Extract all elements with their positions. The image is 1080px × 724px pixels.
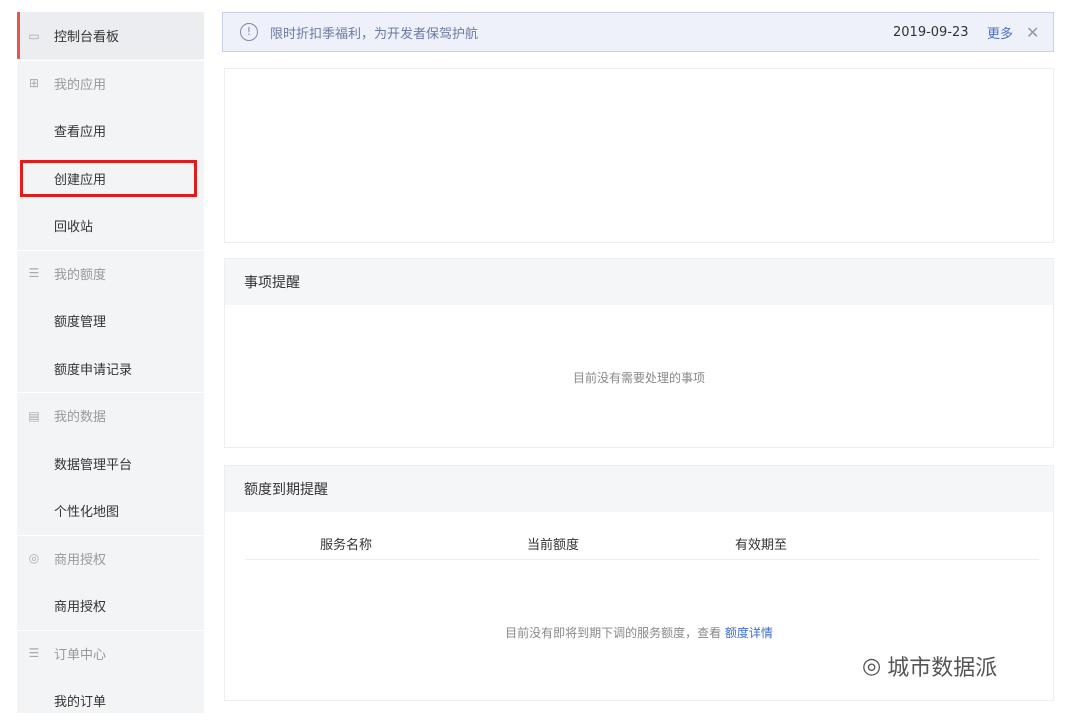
sidebar-group[interactable]: ☰ 我的额度 (17, 250, 204, 297)
sidebar-item[interactable]: 回收站 (17, 202, 204, 249)
column-header: 服务名称 (320, 538, 373, 553)
sidebar-item-label: 额度管理 (54, 315, 107, 330)
sidebar-item[interactable]: 额度申请记录 (17, 345, 204, 392)
quota-empty-text: 目前没有即将到期下调的服务额度，查看 (505, 626, 722, 640)
sidebar-item-label: 控制台看板 (54, 30, 120, 45)
sidebar-item[interactable]: 数据管理平台 (17, 440, 204, 487)
quota-empty: 目前没有即将到期下调的服务额度，查看 额度详情 (225, 624, 1053, 641)
sidebar-item-label: 我的应用 (54, 77, 107, 93)
highlight-box (20, 160, 197, 197)
notice-date: 2019-09-23 (893, 24, 969, 40)
sidebar-item-label: 我的数据 (54, 410, 107, 425)
divider (17, 392, 204, 393)
sidebar-item[interactable]: 个性化地图 (17, 487, 204, 534)
divider (17, 59, 204, 61)
sidebar-group[interactable]: ◎ 商用授权 (17, 535, 204, 582)
divider (17, 249, 204, 251)
more-link[interactable]: 更多 (987, 23, 1013, 42)
notice-message[interactable]: 限时折扣季福利，为开发者保驾护航 (270, 23, 478, 42)
wechat-icon: ◎ (862, 653, 882, 679)
sidebar-item[interactable]: 额度管理 (17, 297, 204, 344)
id-card-icon: ▤ (28, 408, 40, 423)
reminders-title: 事项提醒 (225, 259, 1053, 305)
sidebar-item[interactable]: 我的订单 (17, 677, 204, 724)
info-icon: ! (240, 23, 258, 41)
sidebar-group[interactable]: ⊞ 我的应用 (17, 60, 204, 107)
blank-panel (224, 68, 1054, 243)
notice-banner: ! 限时折扣季福利，为开发者保驾护航 2019-09-23 更多 ✕ (222, 12, 1054, 52)
sidebar-item-label: 额度申请记录 (54, 362, 133, 378)
sidebar-item-label: 查看应用 (54, 125, 107, 140)
grid-icon: ⊞ (28, 76, 40, 90)
watermark-text: 城市数据派 (887, 656, 998, 681)
sidebar-item-label: 订单中心 (54, 647, 107, 663)
sidebar-item-label: 数据管理平台 (54, 457, 133, 473)
quota-detail-link[interactable]: 额度详情 (725, 626, 773, 640)
reminders-panel: 事项提醒 目前没有需要处理的事项 (224, 258, 1054, 448)
sidebar-item-label: 我的额度 (54, 267, 107, 283)
sidebar-item-label: 回收站 (54, 220, 94, 235)
watermark: ◎ 城市数据派 (862, 650, 997, 682)
divider (17, 534, 204, 536)
sidebar-group[interactable]: ▤ 我的数据 (17, 392, 204, 439)
column-header: 有效期至 (735, 538, 788, 553)
sidebar-item-label: 商用授权 (54, 552, 107, 568)
monitor-icon: ▭ (28, 28, 40, 43)
reminders-empty: 目前没有需要处理的事项 (572, 371, 705, 385)
sidebar-group[interactable]: ☰ 订单中心 (17, 630, 204, 677)
list-icon: ☰ (28, 266, 40, 280)
sidebar-item-label: 个性化地图 (54, 505, 120, 520)
list-icon: ☰ (28, 646, 40, 660)
sidebar: ▭ 控制台看板 ⊞ 我的应用 查看应用 创建应用 回收站 ☰ 我的额度 额度管理 额度申请记录 ▤ 我的… (17, 12, 204, 713)
table-divider (245, 559, 1039, 560)
sidebar-item-label: 商用授权 (54, 600, 107, 615)
divider (17, 629, 204, 631)
sidebar-item[interactable]: 查看应用 (17, 107, 204, 154)
column-header: 当前额度 (527, 538, 580, 553)
quota-title: 额度到期提醒 (225, 466, 1053, 512)
sidebar-item[interactable]: 商用授权 (17, 582, 204, 629)
sidebar-item[interactable]: ▭ 控制台看板 (17, 12, 204, 59)
badge-icon: ◎ (28, 551, 40, 565)
sidebar-item-label: 我的订单 (54, 695, 107, 710)
close-icon[interactable]: ✕ (1026, 23, 1039, 42)
